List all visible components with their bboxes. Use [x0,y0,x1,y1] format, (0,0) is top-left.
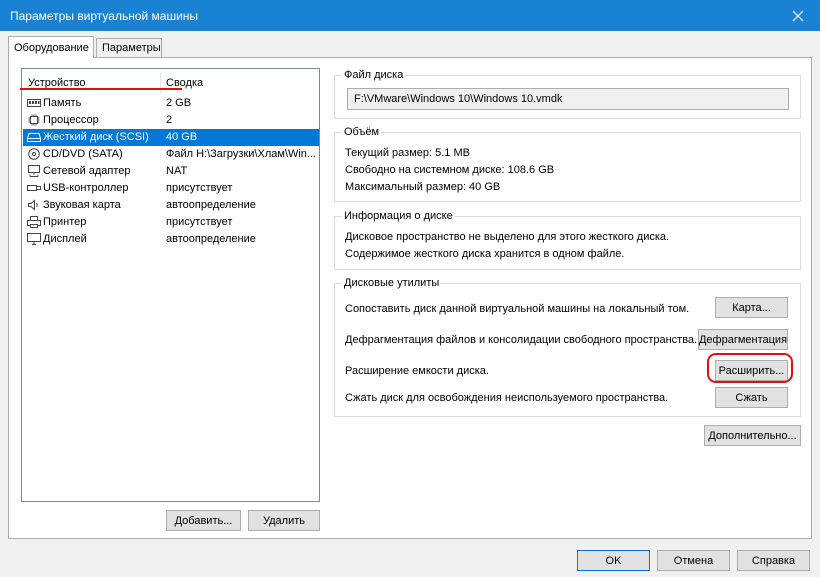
capacity-group: Объём Текущий размер: 5.1 MB Свободно на… [334,126,801,202]
column-separator [160,73,161,93]
memory-icon [27,97,41,109]
cancel-button[interactable]: Отмена [657,550,730,571]
disk-info-group: Информация о диске Дисковое пространство… [334,210,801,270]
remove-device-button[interactable]: Удалить [248,510,320,531]
device-name: Звуковая карта [43,199,121,211]
device-name: Жесткий диск (SCSI) [43,131,149,143]
device-row-display[interactable]: Дисплей автоопределение [23,231,319,248]
device-name: Сетевой адаптер [43,165,131,177]
device-name: Дисплей [43,233,87,245]
device-row-processor[interactable]: Процессор 2 [23,112,319,129]
max-size-text: Максимальный размер: 40 GB [345,181,501,193]
tab-hardware[interactable]: Оборудование [8,36,94,58]
disk-file-path-field[interactable]: F:\VMware\Windows 10\Windows 10.vmdk [347,88,789,110]
capacity-group-title: Объём [342,126,382,138]
current-size-text: Текущий размер: 5.1 MB [345,147,470,159]
help-button[interactable]: Справка [737,550,810,571]
processor-icon [27,114,41,126]
advanced-button[interactable]: Дополнительно... [704,425,801,446]
disk-info-line-1: Дисковое пространство не выделено для эт… [345,231,670,243]
compact-description: Сжать диск для освобождения неиспользуем… [345,392,669,404]
device-name: Процессор [43,114,99,126]
device-summary: Файл H:\Загрузки\Хлам\Win... [166,148,316,160]
compact-button[interactable]: Сжать [715,387,788,408]
device-summary: присутствует [166,216,233,228]
device-name: USB-контроллер [43,182,129,194]
map-description: Сопоставить диск данной виртуальной маши… [345,303,690,315]
device-summary: 2 GB [166,97,192,109]
highlight-underline [20,88,182,90]
title-bar: Параметры виртуальной машины [0,0,820,31]
printer-icon [27,216,41,228]
device-summary: автоопределение [166,233,256,245]
device-row-hard-disk[interactable]: Жесткий диск (SCSI) 40 GB [23,129,319,146]
device-row-memory[interactable]: Память 2 GB [23,95,319,112]
device-summary: 40 GB [166,131,198,143]
device-row-usb[interactable]: USB-контроллер присутствует [23,180,319,197]
ok-button[interactable]: OK [577,550,650,571]
map-button[interactable]: Карта... [715,297,788,318]
device-name: Принтер [43,216,87,228]
free-space-text: Свободно на системном диске: 108.6 GB [345,164,555,176]
device-name: CD/DVD (SATA) [43,148,123,160]
display-icon [27,233,41,245]
cd-dvd-icon [27,148,41,160]
defrag-description: Дефрагментация файлов и консолидации сво… [345,334,698,346]
device-row-cd-dvd[interactable]: CD/DVD (SATA) Файл H:\Загрузки\Хлам\Win.… [23,146,319,163]
device-row-sound-card[interactable]: Звуковая карта автоопределение [23,197,319,214]
disk-utilities-group-title: Дисковые утилиты [342,277,442,289]
disk-file-group-title: Файл диска [342,69,406,81]
highlight-circle [707,353,793,383]
device-row-network-adapter[interactable]: Сетевой адаптер NAT [23,163,319,180]
hard-disk-icon [27,131,41,143]
disk-utilities-group: Дисковые утилиты Сопоставить диск данной… [334,277,801,417]
device-summary: 2 [166,114,173,126]
add-device-button[interactable]: Добавить... [166,510,241,531]
usb-icon [27,182,41,194]
sound-card-icon [27,199,41,211]
window-title: Параметры виртуальной машины [10,9,199,23]
device-summary: автоопределение [166,199,256,211]
disk-info-group-title: Информация о диске [342,210,455,222]
device-list[interactable]: Устройство Сводка Память 2 GB Процессор … [21,68,320,502]
disk-file-group: Файл диска F:\VMware\Windows 10\Windows … [334,69,801,119]
expand-description: Расширение емкости диска. [345,365,489,377]
defragment-button[interactable]: Дефрагментация [698,329,788,350]
device-summary: присутствует [166,182,233,194]
disk-info-line-2: Содержимое жесткого диска хранится в одн… [345,248,625,260]
device-name: Память [43,97,82,109]
tab-options[interactable]: Параметры [96,38,162,58]
close-icon [792,10,804,21]
device-row-printer[interactable]: Принтер присутствует [23,214,319,231]
close-button[interactable] [776,0,820,31]
network-adapter-icon [27,165,41,177]
device-summary: NAT [166,165,188,177]
tab-panel: Устройство Сводка Память 2 GB Процессор … [8,57,812,539]
